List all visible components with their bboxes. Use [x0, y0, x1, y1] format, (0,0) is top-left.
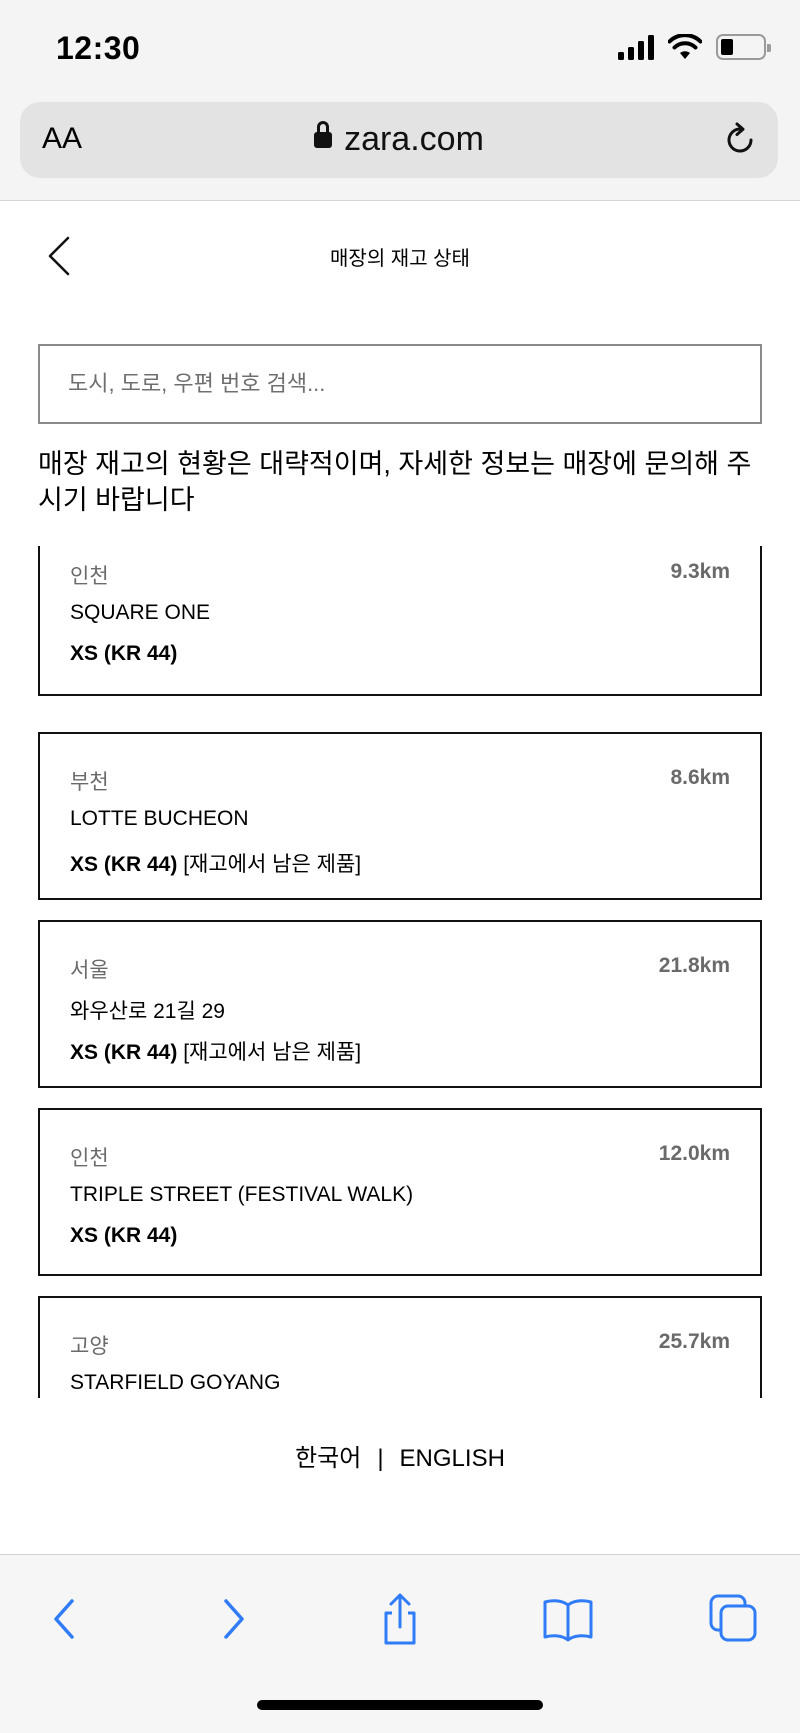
- store-city: 부천: [70, 771, 109, 794]
- search-input[interactable]: [38, 344, 762, 424]
- store-card[interactable]: 부천 8.6km LOTTE BUCHEON XS (KR 44) [재고에서 …: [38, 732, 762, 900]
- language-switcher: 한국어 | ENGLISH: [0, 1438, 800, 1473]
- store-distance: 12.0km: [658, 1142, 730, 1165]
- size-label: XS (KR 44): [70, 1224, 178, 1247]
- store-card[interactable]: 고양 25.7km STARFIELD GOYANG: [38, 1296, 762, 1398]
- bookmarks-icon[interactable]: [540, 1591, 596, 1647]
- status-bar: 12:30: [0, 0, 800, 96]
- cellular-signal-icon: [618, 34, 654, 60]
- store-size: XS (KR 44): [70, 1224, 177, 1248]
- language-separator: |: [377, 1445, 384, 1472]
- forward-arrow-icon[interactable]: [204, 1591, 260, 1647]
- lock-icon: [314, 121, 333, 148]
- store-size: XS (KR 44) [재고에서 남은 제품]: [70, 1036, 361, 1066]
- store-city: 서울: [70, 959, 109, 982]
- language-english-link[interactable]: ENGLISH: [400, 1445, 505, 1472]
- status-icons: [618, 34, 771, 60]
- stock-notice: 매장 재고의 현황은 대략적이며, 자세한 정보는 매장에 문의해 주시기 바랍…: [38, 449, 752, 515]
- store-size: XS (KR 44): [70, 642, 177, 666]
- browser-address-area: AA zara.com: [0, 96, 800, 201]
- store-name: SQUARE ONE: [70, 601, 211, 624]
- store-distance: 8.6km: [670, 766, 730, 789]
- page-title: 매장의 재고 상태: [330, 248, 470, 270]
- store-distance: 9.3km: [670, 560, 730, 583]
- store-size: XS (KR 44) [재고에서 남은 제품]: [70, 848, 361, 878]
- url-host-text: zara.com: [344, 120, 484, 158]
- store-list[interactable]: 인천 9.3km SQUARE ONE XS (KR 44) 부천 8.6km …: [38, 546, 763, 1398]
- home-indicator: [257, 1700, 543, 1710]
- store-name: TRIPLE STREET (FESTIVAL WALK): [70, 1183, 414, 1206]
- store-card[interactable]: 인천 12.0km TRIPLE STREET (FESTIVAL WALK) …: [38, 1108, 762, 1276]
- store-city: 인천: [70, 565, 109, 588]
- store-city: 인천: [70, 1147, 109, 1170]
- store-card[interactable]: 인천 9.3km SQUARE ONE XS (KR 44): [38, 546, 762, 696]
- size-label: XS (KR 44): [70, 642, 178, 665]
- language-korean-link[interactable]: 한국어: [295, 1445, 361, 1472]
- address-bar[interactable]: AA zara.com: [20, 102, 778, 178]
- share-icon[interactable]: [372, 1591, 428, 1647]
- store-name: LOTTE BUCHEON: [70, 807, 249, 830]
- reload-icon[interactable]: [720, 120, 760, 160]
- stock-note: [재고에서 남은 제품]: [183, 1041, 362, 1064]
- tabs-icon[interactable]: [706, 1591, 762, 1647]
- store-city: 고양: [70, 1335, 109, 1358]
- store-name: 와우산로 21길 29: [70, 1000, 225, 1023]
- size-label: XS (KR 44): [70, 853, 178, 876]
- store-name: STARFIELD GOYANG: [70, 1371, 281, 1394]
- wifi-icon: [668, 34, 702, 59]
- store-distance: 25.7km: [658, 1330, 730, 1353]
- battery-icon: [716, 34, 771, 60]
- url-display[interactable]: zara.com: [20, 120, 778, 159]
- stock-note: [재고에서 남은 제품]: [183, 853, 362, 876]
- back-arrow-icon[interactable]: [38, 1591, 94, 1647]
- size-label: XS (KR 44): [70, 1041, 178, 1064]
- store-card[interactable]: 서울 21.8km 와우산로 21길 29 XS (KR 44) [재고에서 남…: [38, 920, 762, 1088]
- status-time: 12:30: [56, 30, 141, 66]
- store-distance: 21.8km: [658, 954, 730, 977]
